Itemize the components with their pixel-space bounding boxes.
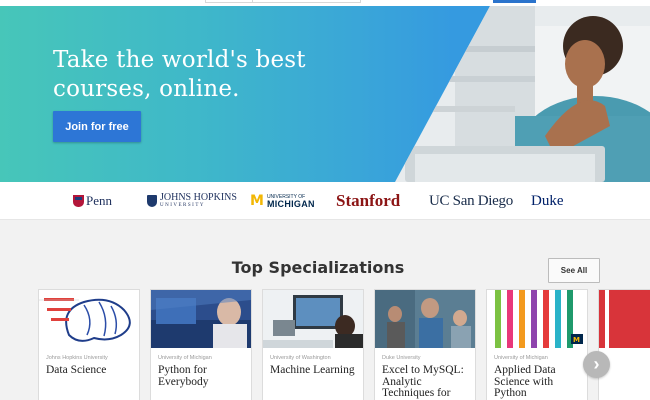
stanford-logo[interactable]: Stanford (336, 182, 400, 220)
hero-banner: Take the world's best courses, online. J… (0, 6, 650, 182)
card-thumbnail (151, 290, 251, 348)
card-thumbnail (39, 290, 139, 348)
svg-text:M: M (573, 336, 580, 344)
jhu-logo-line1: JOHNS HOPKINS (160, 192, 237, 203)
join-for-free-button[interactable]: Join for free (53, 111, 141, 142)
coursera-homepage: Take the world's best courses, online. J… (0, 0, 650, 400)
specialization-card[interactable]: Duke University Excel to MySQL: Analytic… (374, 289, 476, 400)
section-title: Top Specializations (231, 258, 405, 277)
card-title: Data Science (46, 364, 107, 376)
card-university: Johns Hopkins University (46, 355, 108, 361)
card-thumbnail (375, 290, 475, 348)
specialization-card-partial[interactable] (598, 289, 650, 400)
search-input[interactable] (205, 0, 361, 3)
card-university: University of Washington (270, 355, 331, 361)
specialization-card[interactable]: M University of Michigan Applied Data Sc… (486, 289, 588, 400)
partner-logos: Penn JOHNS HOPKINS UNIVERSITY M UNIVERSI… (0, 182, 650, 220)
michigan-logo[interactable]: M UNIVERSITY OF MICHIGAN (250, 182, 315, 220)
duke-logo[interactable]: Duke (531, 182, 564, 220)
card-title: Python for Everybody (158, 364, 209, 388)
uc-san-diego-logo[interactable]: UC San Diego (429, 182, 513, 220)
specialization-card[interactable]: University of Michigan Python for Everyb… (150, 289, 252, 400)
michigan-block-m-icon: M (250, 193, 264, 209)
penn-logo-text: Penn (86, 193, 112, 208)
penn-logo[interactable]: Penn (73, 182, 112, 220)
card-thumbnail (599, 290, 650, 348)
card-title: Applied Data Science with Python (494, 364, 556, 399)
specialization-card[interactable]: Johns Hopkins University Data Science (38, 289, 140, 400)
card-university: University of Michigan (158, 355, 212, 361)
carousel-next-button[interactable]: › (583, 351, 610, 378)
header-button[interactable] (493, 0, 536, 3)
card-thumbnail (263, 290, 363, 348)
card-university: Duke University (382, 355, 421, 361)
see-all-button[interactable]: See All (548, 258, 600, 283)
card-title: Excel to MySQL: Analytic Techniques for … (382, 364, 464, 400)
jhu-crest-icon (147, 195, 157, 207)
johns-hopkins-logo[interactable]: JOHNS HOPKINS UNIVERSITY (147, 182, 237, 220)
michigan-logo-line2: MICHIGAN (266, 198, 315, 209)
hero-photo (395, 6, 650, 182)
card-university: University of Michigan (494, 355, 548, 361)
hero-title: Take the world's best courses, online. (53, 47, 306, 102)
card-thumbnail: M (487, 290, 587, 348)
specialization-card[interactable]: University of Washington Machine Learnin… (262, 289, 364, 400)
penn-shield-icon (73, 195, 84, 207)
search-divider (252, 0, 253, 3)
jhu-logo-line2: UNIVERSITY (160, 203, 205, 208)
card-title: Machine Learning (270, 364, 355, 376)
